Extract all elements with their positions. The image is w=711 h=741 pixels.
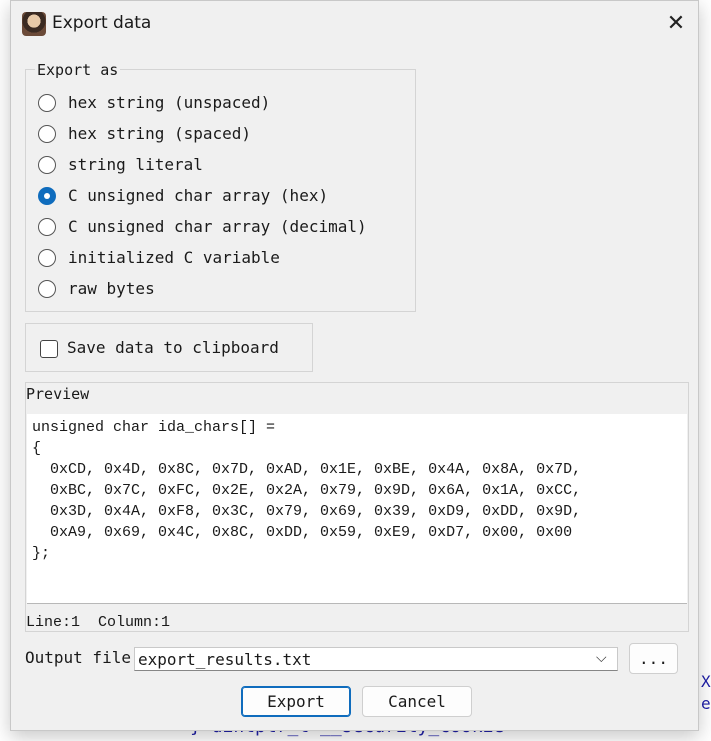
export-data-dialog: Export data ✕ Export as hex string (unsp… [10, 0, 699, 731]
preview-line: 0xCD, 0x4D, 0x8C, 0x7D, 0xAD, 0x1E, 0xBE… [32, 461, 582, 478]
export-button[interactable]: Export [241, 686, 351, 717]
radio-button[interactable] [38, 218, 56, 236]
title-bar[interactable]: Export data ✕ [11, 1, 698, 47]
preview-text-area[interactable]: unsigned char ida_chars[] = { 0xCD, 0x4D… [27, 414, 687, 604]
radio-button[interactable] [38, 280, 56, 298]
export-as-legend: Export as [35, 61, 121, 79]
radio-label: C unsigned char array (decimal) [68, 217, 367, 236]
output-file-combobox[interactable]: export_results.txt ⌵ [134, 647, 618, 671]
preview-line: { [32, 440, 42, 457]
dialog-title: Export data [52, 13, 152, 33]
radio-button[interactable] [38, 94, 56, 112]
preview-line: 0xA9, 0x69, 0x4C, 0x8C, 0xDD, 0x59, 0xE9… [32, 524, 573, 541]
background-code-fragment: X [701, 672, 711, 691]
radio-label: string literal [68, 155, 203, 174]
export-as-group: Export as hex string (unspaced) hex stri… [25, 61, 416, 312]
radio-label: C unsigned char array (hex) [68, 186, 329, 205]
preview-line: unsigned char ida_chars[] = [32, 419, 276, 436]
clipboard-group: Save data to clipboard [25, 323, 313, 372]
app-icon [22, 12, 46, 36]
chevron-down-icon[interactable]: ⌵ [596, 650, 607, 666]
output-file-label: Output file [25, 648, 131, 667]
radio-button[interactable] [38, 156, 56, 174]
close-button[interactable]: ✕ [659, 7, 693, 41]
preview-title: Preview [26, 385, 90, 403]
preview-line: 0xBC, 0x7C, 0xFC, 0x2E, 0x2A, 0x79, 0x9D… [32, 482, 582, 499]
radio-label: raw bytes [68, 279, 155, 298]
radio-label: initialized C variable [68, 248, 280, 267]
background-code-fragment: e( [701, 694, 711, 713]
radio-button[interactable] [38, 249, 56, 267]
radio-button[interactable] [38, 125, 56, 143]
radio-label: hex string (spaced) [68, 124, 252, 143]
preview-line: }; [32, 545, 51, 562]
close-icon: ✕ [666, 11, 686, 36]
cancel-button[interactable]: Cancel [362, 686, 472, 717]
preview-group: Preview unsigned char ida_chars[] = { 0x… [25, 382, 689, 632]
radio-button-selected[interactable] [38, 187, 56, 205]
radio-label: hex string (unspaced) [68, 93, 271, 112]
cursor-status: Line:1 Column:1 [26, 614, 171, 631]
save-to-clipboard-label[interactable]: Save data to clipboard [67, 337, 279, 359]
preview-line: 0x3D, 0x4A, 0xF8, 0x3C, 0x79, 0x69, 0x39… [32, 503, 582, 520]
output-file-value[interactable]: export_results.txt [138, 649, 311, 670]
save-to-clipboard-checkbox[interactable] [40, 340, 58, 358]
browse-button[interactable]: ... [629, 643, 678, 674]
